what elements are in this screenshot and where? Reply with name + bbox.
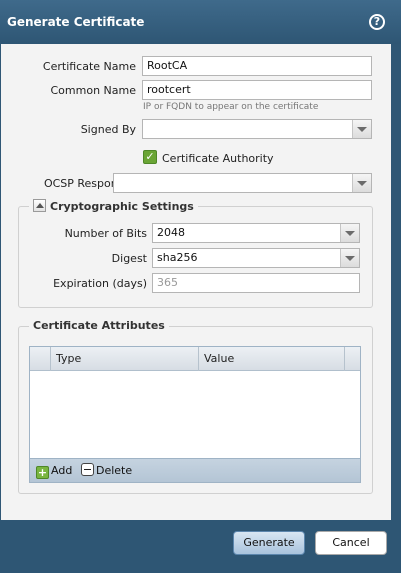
common-name-hint: IP or FQDN to appear on the certificate — [143, 102, 319, 112]
collapse-icon[interactable] — [33, 199, 46, 212]
chevron-down-icon[interactable] — [340, 224, 359, 242]
certificate-name-input[interactable]: RootCA — [142, 56, 372, 76]
column-header-value[interactable]: Value — [204, 347, 234, 371]
table-header: Type Value — [30, 347, 360, 371]
certificate-authority-checkbox[interactable]: ✓ — [143, 150, 157, 164]
certificate-name-label: Certificate Name — [42, 60, 136, 73]
help-icon[interactable]: ? — [369, 14, 385, 30]
add-button[interactable]: + Add — [36, 463, 72, 479]
column-header-type[interactable]: Type — [56, 347, 81, 371]
signed-by-label: Signed By — [80, 123, 136, 136]
number-of-bits-label: Number of Bits — [64, 227, 147, 240]
add-label: Add — [51, 464, 73, 477]
dialog-title: Generate Certificate — [7, 15, 145, 29]
ocsp-responder-select[interactable] — [113, 173, 372, 193]
cancel-button[interactable]: Cancel — [315, 531, 387, 555]
generate-button[interactable]: Generate — [233, 531, 305, 555]
expiration-label: Expiration (days) — [53, 277, 147, 290]
add-icon: + — [36, 466, 49, 479]
delete-icon — [81, 463, 94, 476]
digest-select[interactable]: sha256 — [152, 248, 360, 268]
chevron-down-icon[interactable] — [352, 174, 371, 192]
chevron-down-icon[interactable] — [352, 120, 371, 138]
dialog-titlebar: Generate Certificate ? — [0, 0, 401, 44]
digest-value: sha256 — [157, 251, 198, 264]
chevron-down-icon[interactable] — [340, 249, 359, 267]
common-name-label: Common Name — [50, 84, 137, 97]
delete-label: Delete — [96, 464, 133, 477]
generate-certificate-dialog: Generate Certificate ? Certificate Name … — [0, 0, 401, 573]
certificate-attributes-legend: Certificate Attributes — [29, 319, 169, 332]
expiration-input[interactable]: 365 — [152, 273, 360, 293]
common-name-input[interactable]: rootcert — [142, 80, 372, 100]
cryptographic-settings-title: Cryptographic Settings — [50, 200, 194, 213]
digest-label: Digest — [111, 252, 147, 265]
table-toolbar: + Add Delete — [30, 458, 360, 482]
number-of-bits-value: 2048 — [157, 226, 185, 239]
delete-button[interactable]: Delete — [81, 463, 132, 479]
number-of-bits-select[interactable]: 2048 — [152, 223, 360, 243]
certificate-authority-label: Certificate Authority — [162, 152, 274, 165]
cryptographic-settings-legend: Cryptographic Settings — [29, 199, 198, 213]
certificate-attributes-table: Type Value + Add Delete — [29, 346, 361, 483]
signed-by-select[interactable] — [142, 119, 372, 139]
